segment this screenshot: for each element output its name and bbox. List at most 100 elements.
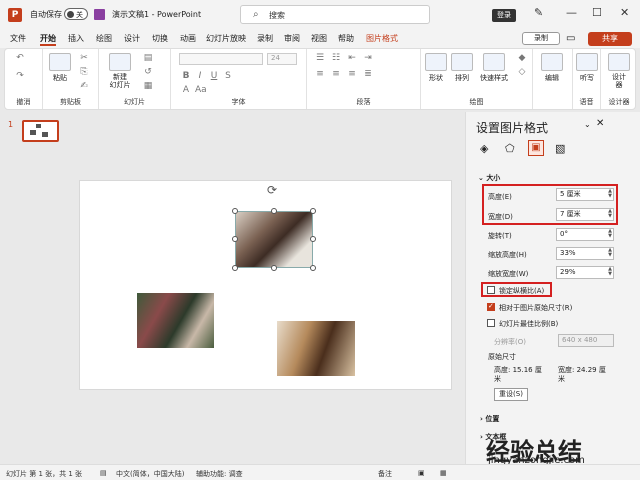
shape-button[interactable]: 形状: [425, 53, 447, 83]
shape-fill-icon[interactable]: ◆: [517, 53, 527, 63]
dictate-button[interactable]: 听写: [576, 53, 598, 83]
font-size-input[interactable]: 24: [267, 53, 297, 65]
minimize-icon[interactable]: —: [566, 6, 577, 19]
bold-icon[interactable]: B: [181, 71, 191, 81]
scale-height-input[interactable]: 33% ▲ ▼: [556, 247, 614, 260]
effects-icon[interactable]: ⬠: [505, 142, 515, 155]
justify-icon[interactable]: ≣: [363, 69, 373, 79]
size-properties-icon[interactable]: ▣: [528, 140, 544, 156]
section-icon[interactable]: ▦: [143, 81, 153, 91]
close-icon[interactable]: ✕: [596, 118, 604, 129]
resize-handle[interactable]: [310, 265, 316, 271]
cut-icon[interactable]: ✂: [79, 53, 89, 63]
tab-help[interactable]: 帮助: [338, 33, 354, 44]
layout-icon[interactable]: ▤: [143, 53, 153, 63]
reset-button[interactable]: 重设(S): [494, 388, 528, 401]
align-right-icon[interactable]: ≡: [347, 69, 357, 79]
numbering-icon[interactable]: ☷: [331, 53, 341, 63]
slide-thumbnail[interactable]: [22, 120, 59, 142]
width-input[interactable]: 7 厘米 ▲ ▼: [556, 208, 614, 221]
resize-handle[interactable]: [310, 208, 316, 214]
slide-status-icon[interactable]: ▤: [100, 469, 107, 477]
new-slide-button[interactable]: 新建 幻灯片: [105, 53, 135, 89]
photo-selected[interactable]: [235, 211, 313, 268]
paste-button[interactable]: 粘贴: [49, 53, 71, 83]
language[interactable]: 中文(简体，中国大陆): [116, 469, 184, 479]
font-color-icon[interactable]: A: [181, 85, 191, 95]
share-button[interactable]: 共享: [588, 32, 632, 46]
resize-handle[interactable]: [232, 236, 238, 242]
normal-view-icon[interactable]: ▣: [418, 469, 425, 477]
login-button[interactable]: 登录: [492, 9, 516, 22]
photo[interactable]: [137, 293, 214, 348]
edit-button[interactable]: 编辑: [541, 53, 563, 83]
decrease-indent-icon[interactable]: ⇤: [347, 53, 357, 63]
rotate-handle-icon[interactable]: ⟳: [267, 183, 277, 197]
copy-icon[interactable]: ⎘: [79, 67, 89, 77]
notes-button[interactable]: 备注: [378, 469, 392, 479]
highlight-icon[interactable]: Aa: [195, 85, 207, 95]
tab-design[interactable]: 设计: [124, 33, 140, 44]
tab-view[interactable]: 视图: [311, 33, 327, 44]
font-name-input[interactable]: [179, 53, 263, 65]
quick-style-button[interactable]: 快速样式: [477, 53, 511, 83]
tab-file[interactable]: 文件: [10, 33, 26, 44]
tab-transitions[interactable]: 切换: [152, 33, 168, 44]
position-section[interactable]: › 位置: [480, 414, 499, 424]
accessibility[interactable]: 辅助功能: 调查: [196, 469, 243, 479]
shape-outline-icon[interactable]: ◇: [517, 67, 527, 77]
best-scale-checkbox[interactable]: [487, 319, 495, 327]
format-painter-icon[interactable]: ✍: [79, 81, 89, 91]
scale-width-input[interactable]: 29% ▲ ▼: [556, 266, 614, 279]
resize-handle[interactable]: [232, 208, 238, 214]
rotate-input[interactable]: 0° ▲ ▼: [556, 228, 614, 241]
resize-handle[interactable]: [271, 265, 277, 271]
spin-arrows-icon[interactable]: ▲ ▼: [608, 189, 612, 199]
group-clipboard: 粘贴 ✂ ⎘ ✍ 剪贴板: [43, 49, 99, 109]
align-left-icon[interactable]: ≡: [315, 69, 325, 79]
slide-canvas[interactable]: ⟳: [79, 180, 452, 390]
lock-aspect-checkbox[interactable]: [487, 286, 495, 294]
increase-indent-icon[interactable]: ⇥: [363, 53, 373, 63]
close-icon[interactable]: ✕: [620, 6, 629, 19]
italic-icon[interactable]: I: [195, 71, 205, 81]
spin-arrows-icon[interactable]: ▲ ▼: [608, 267, 612, 277]
search-input[interactable]: ⌕ 搜索: [240, 5, 430, 24]
fill-line-icon[interactable]: ◈: [480, 142, 488, 155]
size-section-header[interactable]: ⌄ 大小: [478, 173, 500, 183]
tab-draw[interactable]: 绘图: [96, 33, 112, 44]
tab-record[interactable]: 录制: [257, 33, 273, 44]
slide-sorter-icon[interactable]: ▦: [440, 469, 447, 477]
tab-insert[interactable]: 插入: [68, 33, 84, 44]
comment-icon[interactable]: ▭: [566, 33, 575, 44]
resize-handle[interactable]: [232, 265, 238, 271]
tab-review[interactable]: 审阅: [284, 33, 300, 44]
height-input[interactable]: 5 厘米 ▲ ▼: [556, 188, 614, 201]
shadow-icon[interactable]: S: [223, 71, 233, 81]
spin-arrows-icon[interactable]: ▲ ▼: [608, 209, 612, 219]
spin-arrows-icon[interactable]: ▲ ▼: [608, 248, 612, 258]
maximize-icon[interactable]: ☐: [592, 6, 602, 19]
relative-original-checkbox[interactable]: [487, 302, 495, 311]
reset-slide-icon[interactable]: ↺: [143, 67, 153, 77]
spin-arrows-icon[interactable]: ▲ ▼: [608, 229, 612, 239]
resize-handle[interactable]: [271, 208, 277, 214]
chevron-down-icon[interactable]: ⌄: [584, 120, 591, 129]
pen-icon[interactable]: ✎: [534, 6, 543, 19]
picture-icon[interactable]: ▧: [555, 142, 565, 155]
tab-animations[interactable]: 动画: [180, 33, 196, 44]
photo[interactable]: [277, 321, 355, 376]
align-center-icon[interactable]: ≡: [331, 69, 341, 79]
redo-icon[interactable]: ↷: [15, 71, 25, 81]
arrange-button[interactable]: 排列: [451, 53, 473, 83]
bullets-icon[interactable]: ☰: [315, 53, 325, 63]
save-icon[interactable]: [94, 9, 105, 20]
record-button[interactable]: 录制: [522, 32, 560, 45]
tab-slideshow[interactable]: 幻灯片放映: [206, 33, 246, 44]
designer-button[interactable]: 设计 器: [607, 53, 631, 89]
resize-handle[interactable]: [310, 236, 316, 242]
underline-icon[interactable]: U: [209, 71, 219, 81]
tab-home[interactable]: 开始: [40, 33, 56, 46]
tab-picture-format[interactable]: 图片格式: [366, 33, 398, 44]
undo-icon[interactable]: ↶: [15, 53, 25, 63]
